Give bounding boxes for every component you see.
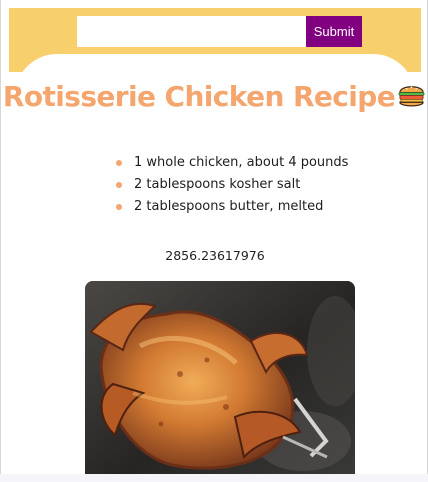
ingredient-item: 2 tablespoons kosher salt [113, 174, 348, 196]
ingredient-list: 1 whole chicken, about 4 pounds 2 tables… [113, 152, 348, 218]
numeric-value: 2856.23617976 [165, 248, 265, 263]
hamburger-icon [398, 86, 425, 107]
chicken-image [85, 281, 355, 474]
title-text: Rotisserie Chicken Recipe [2, 80, 396, 113]
submit-button[interactable]: Submit [306, 16, 362, 47]
ingredient-item: 2 tablespoons butter, melted [113, 196, 348, 218]
page-title: Rotisserie Chicken Recipe [1, 76, 427, 118]
chicken-photo [85, 281, 355, 474]
ingredient-item: 1 whole chicken, about 4 pounds [113, 152, 348, 174]
page-frame: Submit Rotisserie Chicken Recipe 1 whole… [0, 0, 428, 474]
search-input[interactable] [77, 16, 306, 47]
